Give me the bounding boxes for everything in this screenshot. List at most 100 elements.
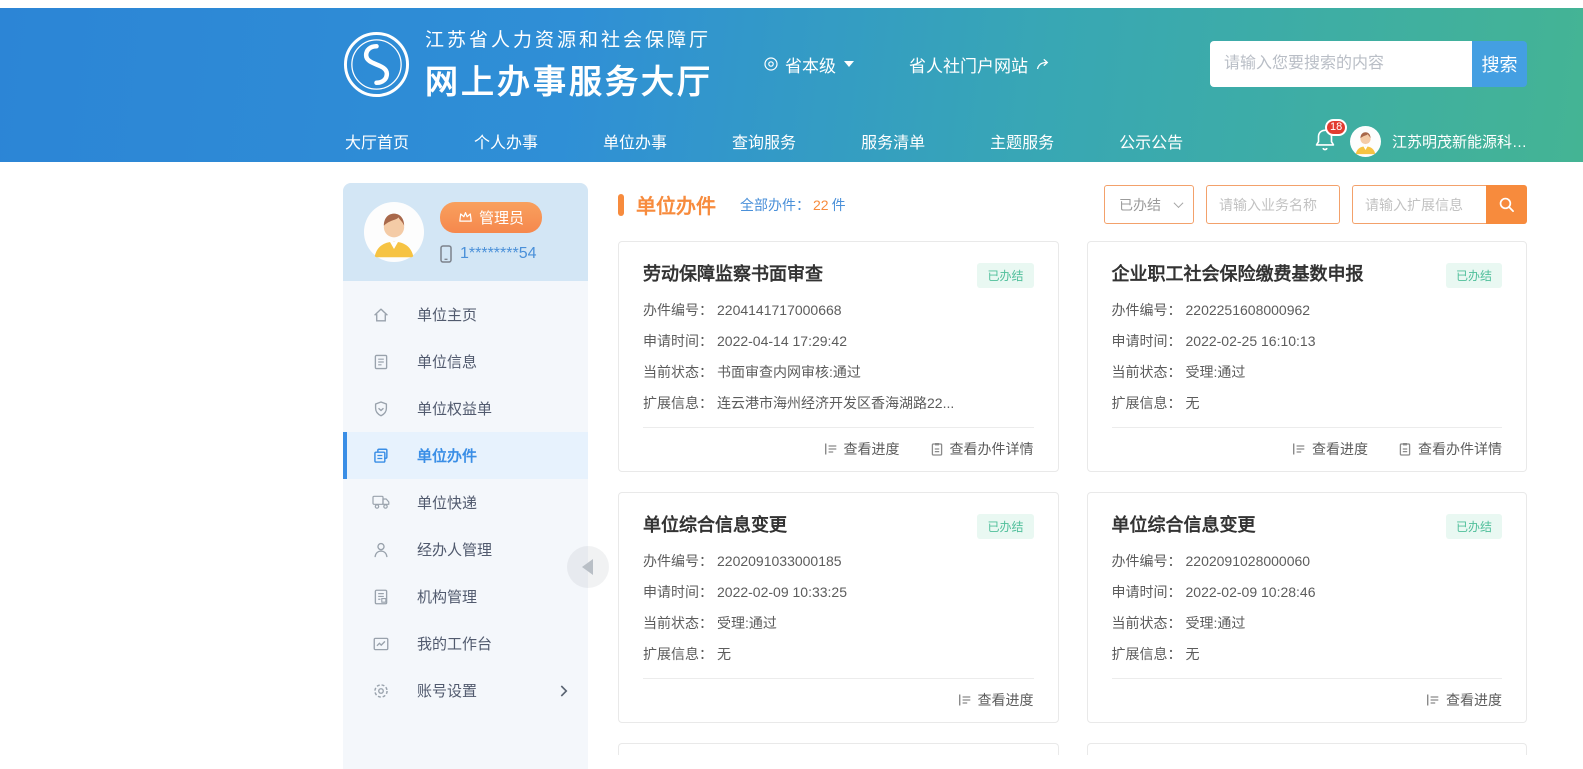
field-label: 当前状态：: [643, 364, 713, 380]
case-field: 扩展信息：连云港市海州经济开发区香海湖路22...: [643, 395, 1034, 412]
sidebar-item-5[interactable]: 经办人管理: [343, 526, 588, 573]
chevron-down-icon: [1174, 198, 1184, 208]
sidebar-item-label: 我的工作台: [417, 633, 492, 654]
copy-docs-icon: [372, 447, 390, 465]
field-value: 连云港市海州经济开发区香海湖路22...: [717, 395, 954, 411]
notification-bell-icon[interactable]: 18: [1313, 127, 1339, 155]
nav-item-6[interactable]: 公示公告: [1119, 129, 1183, 153]
field-label: 扩展信息：: [1112, 395, 1182, 411]
section-title: 单位办件: [636, 190, 716, 219]
sidebar-collapse-button[interactable]: [567, 546, 609, 588]
service-name-input[interactable]: [1206, 185, 1340, 224]
avatar[interactable]: [1350, 126, 1381, 157]
field-value: 受理:通过: [1186, 615, 1246, 631]
field-value: 书面审查内网审核:通过: [717, 364, 861, 380]
view-detail-link[interactable]: 查看办件详情: [930, 439, 1034, 459]
view-progress-link[interactable]: 查看进度: [1292, 439, 1368, 459]
case-card: 劳动保障监察书面审查已办结办件编号：2204141717000668申请时间：2…: [618, 241, 1059, 472]
action-label: 查看办件详情: [1418, 439, 1502, 459]
main-content: 单位办件 全部办件：22件 已办结: [588, 162, 1583, 769]
total-count: 全部办件：22件: [740, 195, 846, 215]
detail-icon: [1398, 442, 1412, 456]
role-label: 管理员: [479, 207, 524, 228]
status-badge: 已办结: [1446, 514, 1502, 539]
sidebar-item-6[interactable]: 机构管理: [343, 573, 588, 620]
field-value: 2202091028000060: [1186, 553, 1311, 569]
sidebar-item-0[interactable]: 单位主页: [343, 291, 588, 338]
portal-link[interactable]: 省人社门户网站: [909, 52, 1051, 77]
nav-item-2[interactable]: 单位办事: [603, 129, 667, 153]
view-progress-link[interactable]: 查看进度: [958, 690, 1034, 710]
search-icon: [1498, 196, 1515, 213]
field-label: 申请时间：: [643, 584, 713, 600]
chevron-down-icon: [844, 61, 854, 67]
notification-badge: 18: [1325, 119, 1347, 136]
field-label: 当前状态：: [643, 615, 713, 631]
sidebar-item-label: 单位信息: [417, 351, 477, 372]
field-label: 申请时间：: [1112, 584, 1182, 600]
view-detail-link[interactable]: 查看办件详情: [1398, 439, 1502, 459]
action-label: 查看进度: [1312, 439, 1368, 459]
action-label: 查看办件详情: [950, 439, 1034, 459]
field-value: 2022-04-14 17:29:42: [717, 333, 847, 349]
nav-item-3[interactable]: 查询服务: [732, 129, 796, 153]
view-progress-link[interactable]: 查看进度: [1426, 690, 1502, 710]
case-card-partial: [1087, 743, 1528, 755]
field-label: 扩展信息：: [643, 395, 713, 411]
search-button[interactable]: 搜索: [1472, 41, 1527, 87]
field-label: 当前状态：: [1112, 615, 1182, 631]
field-value: 2202091033000185: [717, 553, 842, 569]
status-filter-select[interactable]: 已办结: [1104, 185, 1194, 224]
total-label: 全部办件：: [740, 197, 810, 213]
page-title: 网上办事服务大厅: [425, 55, 713, 103]
region-label: 省本级: [785, 52, 836, 77]
extended-info-input[interactable]: [1352, 185, 1486, 224]
sidebar-item-label: 单位主页: [417, 304, 477, 325]
nav-item-0[interactable]: 大厅首页: [345, 129, 409, 153]
location-ring-icon: [763, 56, 779, 72]
case-field: 办件编号：2202091033000185: [643, 553, 1034, 570]
case-field: 申请时间：2022-02-25 16:10:13: [1112, 333, 1503, 350]
field-value: 2022-02-09 10:28:46: [1186, 584, 1316, 600]
gov-logo-icon: [343, 31, 410, 98]
sidebar-item-3[interactable]: 单位办件: [343, 432, 588, 479]
case-title: 单位综合信息变更: [643, 514, 787, 536]
action-label: 查看进度: [844, 439, 900, 459]
sidebar-item-7[interactable]: 我的工作台: [343, 620, 588, 667]
sidebar-item-label: 单位权益单: [417, 398, 492, 419]
case-field: 办件编号：2202091028000060: [1112, 553, 1503, 570]
view-progress-link[interactable]: 查看进度: [824, 439, 900, 459]
case-card: 单位综合信息变更 已办结办件编号：2202091028000060 申请时间：202…: [1087, 492, 1528, 723]
sidebar-item-8[interactable]: 账号设置: [343, 667, 588, 714]
sidebar-item-4[interactable]: 单位快递: [343, 479, 588, 526]
status-badge: 已办结: [977, 263, 1033, 288]
case-title: 劳动保障监察书面审查: [643, 263, 823, 285]
action-label: 查看进度: [978, 690, 1034, 710]
case-field: 办件编号：2204141717000668: [643, 302, 1034, 319]
nav-item-5[interactable]: 主题服务: [990, 129, 1054, 153]
region-selector[interactable]: 省本级: [763, 52, 854, 77]
sidebar-item-2[interactable]: 单位权益单: [343, 385, 588, 432]
sidebar-item-1[interactable]: 单位信息: [343, 338, 588, 385]
profile-card: 管理员 1********54: [343, 183, 588, 281]
case-title: 单位综合信息变更: [1112, 514, 1256, 536]
account-name[interactable]: 江苏明茂新能源科…: [1392, 131, 1527, 152]
nav-item-1[interactable]: 个人办事: [474, 129, 538, 153]
search-input[interactable]: [1210, 41, 1472, 87]
chart-icon: [372, 635, 390, 653]
doc-lines-icon: [372, 353, 390, 371]
main-nav: 大厅首页个人办事单位办事查询服务服务清单主题服务公示公告 18 江苏明茂新能源科: [0, 120, 1583, 162]
field-value: 受理:通过: [717, 615, 777, 631]
field-value: 2202251608000962: [1186, 302, 1311, 318]
sidebar-item-label: 账号设置: [417, 680, 477, 701]
field-label: 申请时间：: [1112, 333, 1182, 349]
case-field: 申请时间：2022-02-09 10:28:46: [1112, 584, 1503, 601]
total-unit: 件: [832, 197, 846, 213]
filters: 已办结: [1104, 185, 1527, 224]
card-actions: 查看进度 查看办件详情: [643, 427, 1034, 459]
filter-search-button[interactable]: [1486, 185, 1527, 224]
field-value: 受理:通过: [1186, 364, 1246, 380]
nav-item-4[interactable]: 服务清单: [861, 129, 925, 153]
admin-crown-icon: [458, 211, 473, 223]
case-field: 当前状态：书面审查内网审核:通过: [643, 364, 1034, 381]
